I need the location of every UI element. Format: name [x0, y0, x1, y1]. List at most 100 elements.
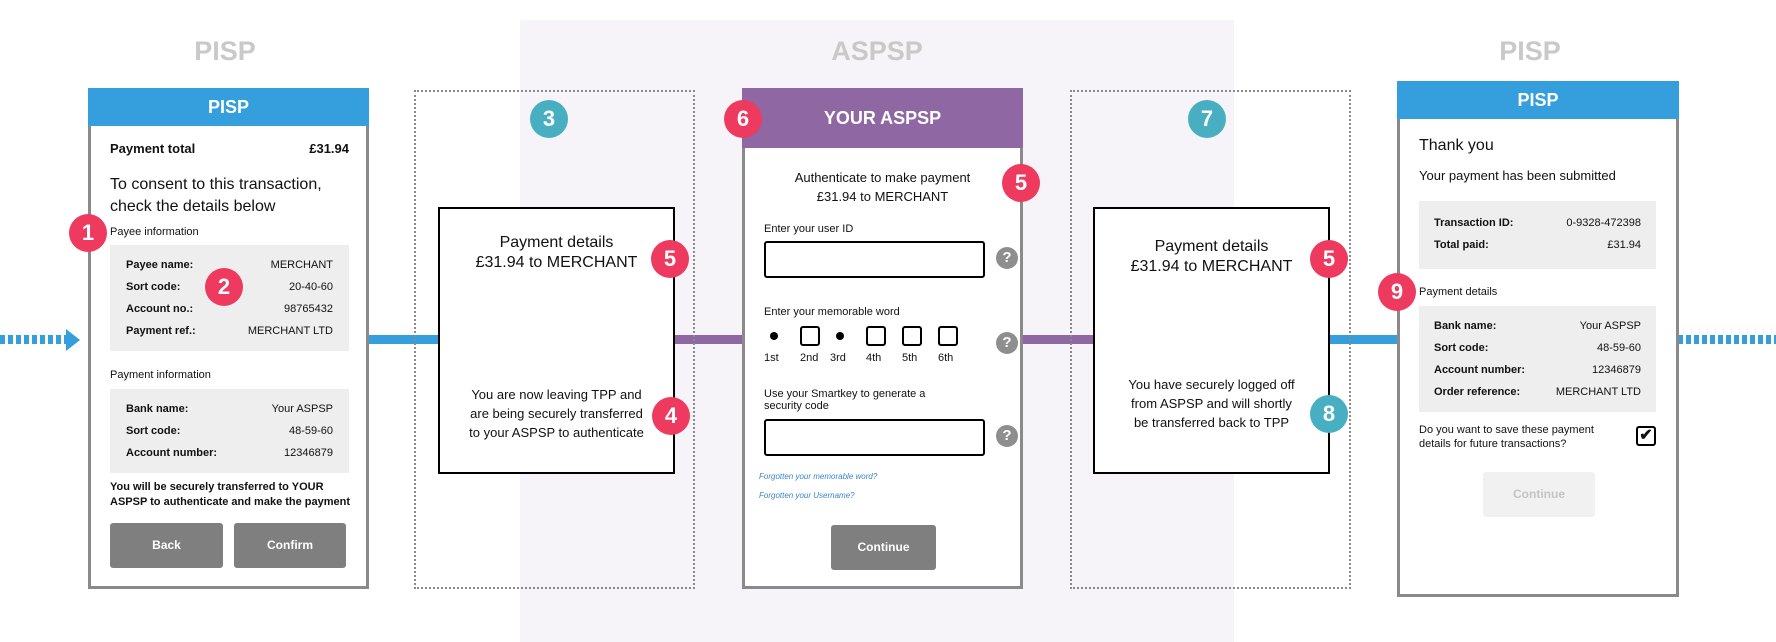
step-badge-9: 9 — [1378, 273, 1416, 311]
zone-title-pisp-left: PISP — [194, 36, 256, 66]
payment-details-box: Bank name: Your ASPSP Sort code: 48-59-60 … — [1419, 306, 1656, 412]
row-value: 48-59-60 — [1596, 342, 1641, 354]
user-id-help-icon[interactable]: ? — [996, 247, 1018, 269]
pisp-header: PISP — [88, 88, 369, 126]
forgot-memorable-word-link[interactable]: Forgotten your memorable word? — [759, 472, 877, 481]
row-label: Sort code: — [126, 281, 181, 293]
zone-title-aspsp: ASPSP — [831, 36, 923, 66]
row-value: Your ASPSP — [1579, 320, 1641, 332]
redirect-message-line-3: to your ASPSP to authenticate — [469, 425, 644, 440]
row-value: 12346879 — [284, 447, 333, 459]
step-badge-6: 6 — [724, 100, 762, 138]
payee-section-label: Payee information — [110, 226, 199, 238]
payment-details-label: Payment details — [1419, 286, 1498, 298]
authenticate-message: Authenticate to make payment £31.94 to M… — [745, 168, 1020, 206]
logoff-message-line-1: You have securely logged off — [1128, 377, 1295, 392]
row-value: £31.94 — [1607, 239, 1641, 251]
memorable-position-5[interactable]: 5th — [902, 326, 932, 364]
step-badge-5-return: 5 — [1310, 240, 1348, 278]
memorable-char-input[interactable] — [800, 326, 820, 346]
memorable-char-input[interactable] — [866, 326, 886, 346]
row-label: Bank name: — [126, 403, 189, 415]
submitted-message: Your payment has been submitted — [1419, 168, 1616, 183]
memorable-position-label: 5th — [902, 352, 918, 364]
row-label: Account no.: — [126, 303, 194, 315]
aspsp-header: YOUR ASPSP — [742, 88, 1023, 148]
row-label: Order reference: — [1434, 386, 1521, 398]
payment-details-summary: Payment details £31.94 to MERCHANT — [1095, 237, 1328, 277]
transfer-note-line-1: You will be securely transferred to YOUR — [110, 481, 324, 493]
memorable-position-label: 1st — [764, 352, 779, 364]
step-badge-5-aspsp: 5 — [1002, 164, 1040, 202]
detail-row: Order reference: MERCHANT LTD — [1434, 381, 1641, 403]
memorable-word-label: Enter your memorable word — [764, 306, 900, 318]
payment-info-box: Bank name: Your ASPSP Sort code: 48-59-60 … — [110, 389, 349, 473]
row-label: Sort code: — [1434, 342, 1489, 354]
memorable-position-2[interactable]: 2nd — [800, 326, 830, 364]
confirm-button[interactable]: Confirm — [234, 523, 346, 568]
memorable-position-4[interactable]: 4th — [866, 326, 896, 364]
save-question-line-2: details for future transactions? — [1419, 438, 1567, 450]
aspsp-continue-button[interactable]: Continue — [831, 525, 936, 570]
memorable-word-help-icon[interactable]: ? — [996, 332, 1018, 354]
row-value: MERCHANT — [270, 259, 333, 271]
smartkey-label-line-1: Use your Smartkey to generate a — [764, 388, 926, 400]
outgoing-flow-dashed-line — [1678, 335, 1776, 344]
authenticate-message-line-2: £31.94 to MERCHANT — [816, 189, 949, 204]
smartkey-label: Use your Smartkey to generate a security… — [764, 388, 925, 412]
redirect-message-line-2: are being securely transferred — [470, 406, 643, 421]
step-badge-1: 1 — [69, 214, 107, 252]
memorable-char-filled[interactable] — [830, 326, 850, 346]
payment-total-value: £31.94 — [309, 141, 349, 156]
detail-row: Account number: 12346879 — [1434, 359, 1641, 381]
step-badge-4: 4 — [652, 397, 690, 435]
memorable-char-input[interactable] — [938, 326, 958, 346]
step-badge-5: 5 — [651, 240, 689, 278]
security-code-input[interactable] — [764, 419, 985, 456]
transaction-summary-box: Transaction ID: 0-9328-472398 Total paid:… — [1419, 201, 1656, 269]
security-code-help-icon[interactable]: ? — [996, 425, 1018, 447]
row-value: 20-40-60 — [288, 281, 333, 293]
back-button[interactable]: Back — [110, 523, 223, 568]
payment-details-summary: Payment details £31.94 to MERCHANT — [440, 233, 673, 273]
payment-total-row: Payment total £31.94 — [110, 141, 349, 156]
row-label: Account number: — [126, 447, 218, 459]
authenticate-message-line-1: Authenticate to make payment — [794, 170, 971, 185]
memorable-char-input[interactable] — [902, 326, 922, 346]
memorable-word-inputs: 1st 2nd 3rd 4th 5th 6th — [764, 326, 968, 364]
transfer-note-line-2: ASPSP to authenticate and make the payme… — [110, 496, 351, 508]
memorable-char-filled[interactable] — [764, 326, 784, 346]
save-details-checkbox[interactable]: ✔ — [1636, 426, 1656, 446]
logoff-message: You have securely logged off from ASPSP … — [1095, 375, 1328, 432]
step-badge-3: 3 — [530, 100, 568, 138]
consent-text-line-2: check the details below — [110, 198, 276, 215]
redirect-to-tpp-screen: Payment details £31.94 to MERCHANT You h… — [1093, 207, 1330, 474]
payment-total-label: Payment total — [110, 141, 196, 156]
memorable-position-3[interactable]: 3rd — [830, 326, 860, 364]
detail-row: Sort code: 48-59-60 — [1434, 337, 1641, 359]
payment-details-line-1: Payment details — [1154, 238, 1269, 255]
payee-row: Payment ref.: MERCHANT LTD — [126, 320, 333, 342]
user-id-input[interactable] — [764, 241, 985, 278]
row-label: Transaction ID: — [1434, 217, 1514, 229]
payment-row: Account number: 12346879 — [126, 442, 333, 464]
zone-title-pisp-right: PISP — [1499, 36, 1561, 66]
row-label: Sort code: — [126, 425, 181, 437]
confirmation-continue-button[interactable]: Continue — [1483, 472, 1595, 517]
thank-you-heading: Thank you — [1419, 137, 1494, 154]
user-id-label: Enter your user ID — [764, 223, 854, 235]
forgot-username-link[interactable]: Forgotten your Username? — [759, 491, 855, 500]
consent-text-line-1: To consent to this transaction, — [110, 176, 322, 193]
memorable-position-6[interactable]: 6th — [938, 326, 968, 364]
row-value: 48-59-60 — [288, 425, 333, 437]
consent-instructions: To consent to this transaction, check th… — [110, 174, 322, 218]
row-label: Account number: — [1434, 364, 1526, 376]
row-value: MERCHANT LTD — [247, 325, 333, 337]
save-question-line-1: Do you want to save these payment — [1419, 424, 1594, 436]
pisp-confirmation-screen: PISP Thank you Your payment has been sub… — [1397, 81, 1679, 597]
memorable-position-1[interactable]: 1st — [764, 326, 794, 364]
step-badge-8: 8 — [1310, 395, 1348, 433]
row-value: MERCHANT LTD — [1555, 386, 1641, 398]
row-label: Total paid: — [1434, 239, 1489, 251]
payment-details-line-2: £31.94 to MERCHANT — [1130, 258, 1293, 275]
